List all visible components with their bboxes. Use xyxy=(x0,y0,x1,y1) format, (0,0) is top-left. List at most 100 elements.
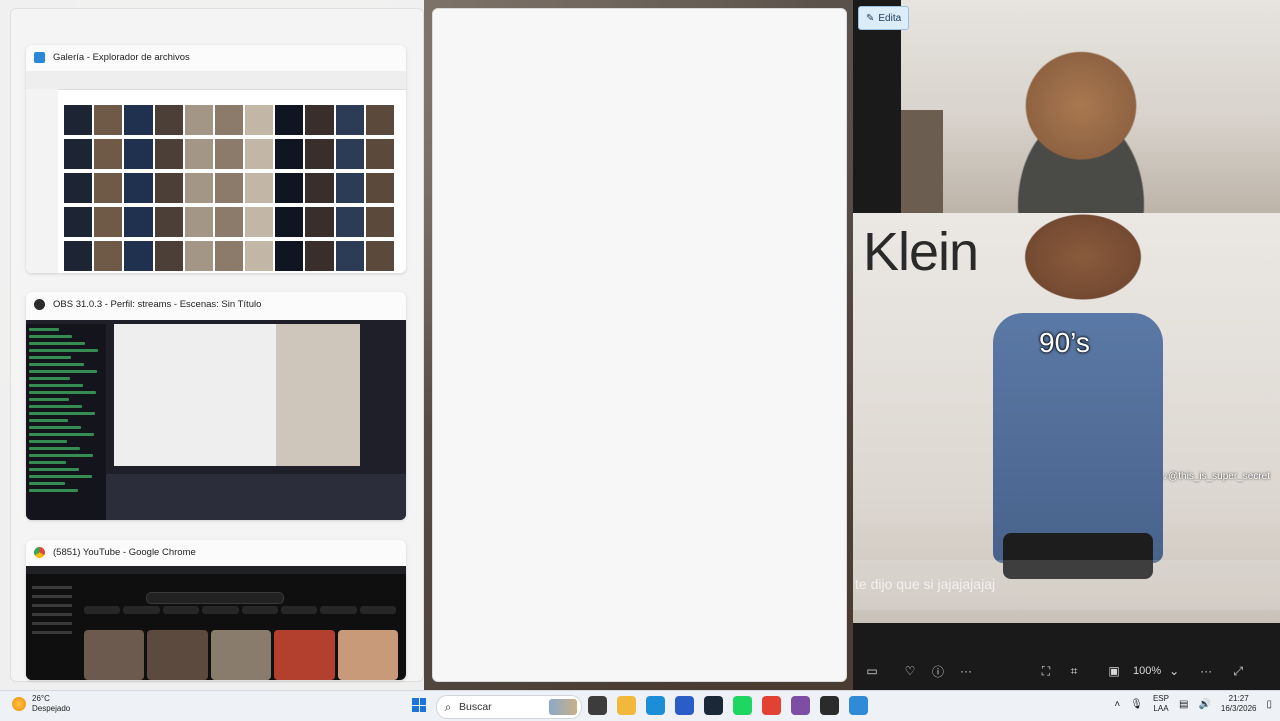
gallery-photo xyxy=(94,139,123,169)
edit-button[interactable]: ✎ Edita xyxy=(858,6,910,30)
gallery-photo xyxy=(275,207,304,237)
clock[interactable]: 21:27 16/3/2026 xyxy=(1221,694,1257,714)
gallery-photo xyxy=(245,173,274,203)
gallery-photo xyxy=(124,105,153,135)
zoom-level[interactable]: 100% xyxy=(1133,665,1161,677)
meme-brand-text: Klein xyxy=(863,222,979,282)
winrar-icon[interactable] xyxy=(791,696,810,715)
edge-icon[interactable] xyxy=(646,696,665,715)
window-thumbnail xyxy=(26,71,406,273)
gallery-photo xyxy=(245,139,274,169)
pinned-apps xyxy=(588,696,868,715)
window-title: (5851) YouTube - Google Chrome xyxy=(53,546,196,558)
gallery-photo xyxy=(214,241,244,271)
gallery-photo xyxy=(154,241,183,271)
weather-widget[interactable]: 26°C Despejado xyxy=(12,694,70,714)
gallery-photo xyxy=(184,173,213,203)
gallery-photo xyxy=(64,207,93,237)
window-thumbnail xyxy=(26,566,406,680)
gallery-photo xyxy=(94,207,123,237)
gallery-photo xyxy=(184,207,213,237)
snap-window-file-explorer[interactable]: Galería - Explorador de archivos xyxy=(26,45,406,273)
microphone-icon[interactable]: 🎙 xyxy=(1130,699,1143,710)
gallery-photo xyxy=(335,139,364,169)
gallery-photo xyxy=(124,139,153,169)
gallery-photo xyxy=(214,105,244,135)
gallery-photo xyxy=(365,173,394,203)
gallery-photo xyxy=(184,105,213,135)
snap-window-obs[interactable]: OBS 31.0.3 - Perfil: streams - Escenas: … xyxy=(26,292,406,520)
weather-desc: Despejado xyxy=(32,704,71,713)
gallery-photo xyxy=(124,173,153,203)
heart-icon[interactable]: ♡ xyxy=(899,664,921,678)
gallery-photo xyxy=(245,241,274,271)
gallery-photo xyxy=(365,241,394,271)
gallery-photo xyxy=(214,173,244,203)
network-icon[interactable]: ▤ xyxy=(1179,699,1188,710)
gallery-photo xyxy=(275,241,304,271)
language-indicator[interactable]: ESP LAA xyxy=(1153,694,1169,714)
screenshot-icon[interactable]: ▣ xyxy=(1103,664,1125,678)
player-controls: ▭ ♡ ⓘ ··· ⛶ ⌗ ▣ 100% ⌄ ··· ⤢ xyxy=(853,655,1280,687)
sun-icon xyxy=(12,697,26,711)
gallery-photo xyxy=(275,105,304,135)
spotify-icon[interactable] xyxy=(733,696,752,715)
more-icon[interactable]: ··· xyxy=(955,664,977,678)
gallery-photo xyxy=(275,173,304,203)
gallery-photo xyxy=(214,139,244,169)
taskbar: 26°C Despejado ⌕ Buscar ˄ 🎙 ESP LAA ▤ 🔊 … xyxy=(0,690,1280,721)
chrome-icon xyxy=(34,546,45,558)
gallery-photo xyxy=(154,139,183,169)
steam-icon[interactable] xyxy=(704,696,723,715)
edit-icon: ✎ xyxy=(866,12,875,24)
expand-icon[interactable]: ⤢ xyxy=(1227,664,1249,679)
crop-icon[interactable]: ⛶ xyxy=(1035,664,1057,679)
gallery-photo xyxy=(335,241,364,271)
file-explorer-icon[interactable] xyxy=(617,696,636,715)
gallery-photo xyxy=(335,207,364,237)
start-button[interactable] xyxy=(412,698,426,712)
photos-icon[interactable] xyxy=(849,696,868,715)
gallery-photo xyxy=(305,241,334,271)
gallery-photo xyxy=(184,241,213,271)
gallery-photo xyxy=(305,139,334,169)
snap-assist-zone-right[interactable] xyxy=(432,8,847,682)
gallery-photo xyxy=(154,173,183,203)
obs-icon[interactable] xyxy=(820,696,839,715)
gallery-photo xyxy=(305,207,334,237)
window-thumbnail xyxy=(26,320,406,520)
volume-icon[interactable]: 🔊 xyxy=(1198,699,1210,710)
gallery-photo xyxy=(64,105,93,135)
task-view-icon[interactable] xyxy=(588,696,607,715)
chrome-icon[interactable] xyxy=(762,696,781,715)
gallery-photo xyxy=(154,207,183,237)
window-title: Galería - Explorador de archivos xyxy=(53,51,190,63)
gallery-photo xyxy=(94,241,123,271)
gallery-photo xyxy=(335,173,364,203)
gallery-photo xyxy=(335,105,364,135)
gallery-photo xyxy=(124,207,153,237)
gallery-photo xyxy=(64,139,93,169)
chevron-up-icon[interactable]: ˄ xyxy=(1114,699,1120,710)
chevron-down-icon[interactable]: ⌄ xyxy=(1163,664,1185,678)
gallery-photo xyxy=(365,105,394,135)
gallery-photo xyxy=(64,241,93,271)
subtitles-icon[interactable]: ▭ xyxy=(861,664,883,678)
gallery-photo xyxy=(154,105,183,135)
gallery-icon xyxy=(34,51,45,63)
gallery-photo xyxy=(365,139,394,169)
window-title: OBS 31.0.3 - Perfil: streams - Escenas: … xyxy=(53,298,262,310)
scan-icon[interactable]: ⌗ xyxy=(1063,664,1085,679)
caption-bar: te dijo que si jajajajajaj xyxy=(853,560,1280,610)
meme-handle: ♪@this_is_super_secret xyxy=(1163,471,1270,482)
info-icon[interactable]: ⓘ xyxy=(927,663,949,680)
gallery-photo xyxy=(64,173,93,203)
snap-window-chrome[interactable]: (5851) YouTube - Google Chrome xyxy=(26,540,406,680)
gallery-photo xyxy=(214,207,244,237)
store-icon[interactable] xyxy=(675,696,694,715)
weather-temp: 26°C xyxy=(32,694,50,703)
webcam-feed xyxy=(901,0,1280,213)
notifications-icon[interactable]: ▯ xyxy=(1266,699,1272,710)
taskbar-search[interactable]: ⌕ Buscar xyxy=(436,695,582,719)
more-icon[interactable]: ··· xyxy=(1195,664,1217,678)
